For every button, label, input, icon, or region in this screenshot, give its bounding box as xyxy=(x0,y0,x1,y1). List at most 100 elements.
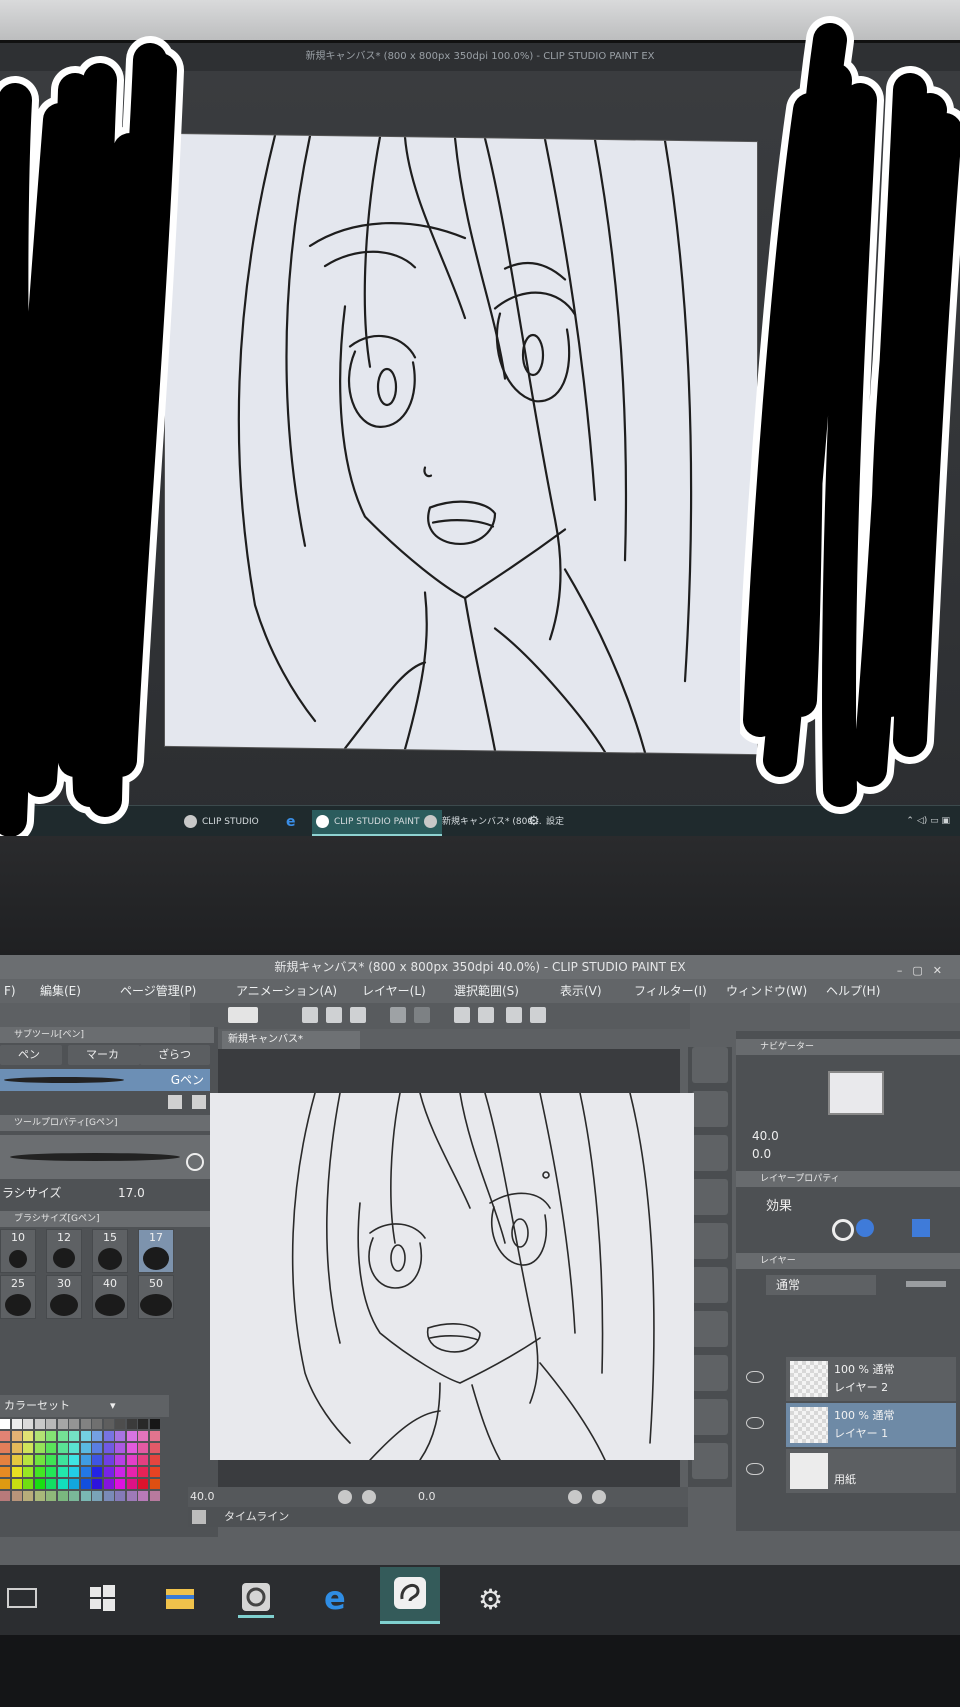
color-swatch[interactable] xyxy=(57,1443,68,1453)
brush-item-gpen[interactable]: Gペン xyxy=(0,1069,210,1091)
brush-size-50[interactable]: 50 xyxy=(138,1275,174,1319)
color-swatch[interactable] xyxy=(138,1467,148,1477)
color-swatch[interactable] xyxy=(0,1491,10,1501)
windows-start-icon[interactable] xyxy=(84,1579,120,1615)
color-swatch[interactable] xyxy=(103,1467,114,1477)
opacity-slider[interactable] xyxy=(906,1281,946,1287)
color-swatch[interactable] xyxy=(103,1455,114,1465)
tool-button[interactable] xyxy=(692,1399,728,1435)
menu-filter[interactable]: フィルター(I) xyxy=(634,979,707,1003)
rotation-value[interactable]: 0.0 xyxy=(418,1487,436,1507)
color-swatch[interactable] xyxy=(80,1431,91,1441)
sub-tool-tab-rough[interactable]: ざらつ xyxy=(140,1045,210,1065)
eye-icon[interactable] xyxy=(746,1463,764,1475)
zoom-in-icon[interactable] xyxy=(362,1490,376,1504)
chevron-down-icon[interactable]: ▾ xyxy=(110,1395,116,1417)
file-explorer-icon[interactable] xyxy=(162,1579,198,1615)
tool-button[interactable] xyxy=(692,1267,728,1303)
color-palette-grid[interactable] xyxy=(0,1419,165,1509)
color-swatch[interactable] xyxy=(115,1455,125,1465)
color-swatch[interactable] xyxy=(23,1479,33,1489)
brush-size-17[interactable]: 17 xyxy=(138,1229,174,1273)
color-swatch[interactable] xyxy=(138,1419,148,1429)
color-swatch[interactable] xyxy=(149,1431,160,1441)
brush-size-15[interactable]: 15 xyxy=(92,1229,128,1273)
effect-border-icon[interactable] xyxy=(832,1219,854,1241)
color-swatch[interactable] xyxy=(149,1455,160,1465)
zoom-value[interactable]: 40.0 xyxy=(190,1487,215,1507)
color-swatch[interactable] xyxy=(69,1479,79,1489)
effect-color-icon[interactable] xyxy=(856,1219,874,1237)
tool-button[interactable] xyxy=(692,1091,728,1127)
color-swatch[interactable] xyxy=(57,1467,68,1477)
brush-size-30[interactable]: 30 xyxy=(46,1275,82,1319)
color-swatch[interactable] xyxy=(103,1479,114,1489)
canvas-tab[interactable]: 新規キャンバス* xyxy=(222,1031,360,1049)
tool-button[interactable] xyxy=(692,1223,728,1259)
menu-window[interactable]: ウィンドウ(W) xyxy=(726,979,807,1003)
color-swatch[interactable] xyxy=(34,1431,45,1441)
color-swatch[interactable] xyxy=(69,1419,79,1429)
color-swatch[interactable] xyxy=(69,1431,79,1441)
save-icon[interactable] xyxy=(350,1007,366,1023)
taskbar-settings[interactable]: ⚙ 設定 xyxy=(524,810,618,834)
color-swatch[interactable] xyxy=(0,1443,10,1453)
color-swatch[interactable] xyxy=(34,1443,45,1453)
color-swatch[interactable] xyxy=(149,1479,160,1489)
tool-button[interactable] xyxy=(692,1047,728,1083)
color-swatch[interactable] xyxy=(80,1455,91,1465)
rotate-left-icon[interactable] xyxy=(568,1490,582,1504)
color-swatch[interactable] xyxy=(34,1491,45,1501)
color-swatch[interactable] xyxy=(46,1467,56,1477)
color-swatch[interactable] xyxy=(92,1479,102,1489)
color-swatch[interactable] xyxy=(23,1455,33,1465)
color-swatch[interactable] xyxy=(46,1455,56,1465)
color-swatch[interactable] xyxy=(69,1455,79,1465)
edge-browser-icon[interactable]: e xyxy=(318,1579,354,1617)
color-swatch[interactable] xyxy=(80,1491,91,1501)
brush-size-row[interactable]: ラシサイズ 17.0 xyxy=(0,1183,210,1203)
color-swatch[interactable] xyxy=(0,1419,10,1429)
color-swatch[interactable] xyxy=(23,1491,33,1501)
layer-row[interactable]: 用紙 xyxy=(746,1449,956,1493)
blend-mode-select[interactable]: 通常 xyxy=(766,1275,876,1295)
color-swatch[interactable] xyxy=(23,1467,33,1477)
color-swatch[interactable] xyxy=(80,1443,91,1453)
add-brush-icon[interactable] xyxy=(168,1095,182,1109)
color-swatch[interactable] xyxy=(0,1479,10,1489)
menu-file[interactable]: F) xyxy=(4,979,16,1003)
color-swatch[interactable] xyxy=(126,1443,137,1453)
color-swatch[interactable] xyxy=(69,1443,79,1453)
color-swatch[interactable] xyxy=(11,1479,22,1489)
top-drawing-canvas[interactable] xyxy=(165,133,757,755)
color-swatch[interactable] xyxy=(126,1455,137,1465)
color-swatch[interactable] xyxy=(46,1431,56,1441)
color-swatch[interactable] xyxy=(138,1491,148,1501)
menu-selection[interactable]: 選択範囲(S) xyxy=(454,979,519,1003)
color-swatch[interactable] xyxy=(46,1479,56,1489)
menu-animation[interactable]: アニメーション(A) xyxy=(236,979,337,1003)
color-swatch[interactable] xyxy=(138,1479,148,1489)
task-view-icon[interactable] xyxy=(4,1579,40,1615)
color-swatch[interactable] xyxy=(115,1491,125,1501)
fill-icon[interactable] xyxy=(478,1007,494,1023)
sub-tool-tab-pen[interactable]: ペン xyxy=(0,1045,62,1065)
color-swatch[interactable] xyxy=(92,1491,102,1501)
color-swatch[interactable] xyxy=(92,1467,102,1477)
wrench-icon[interactable] xyxy=(186,1153,204,1171)
menu-edit[interactable]: 編集(E) xyxy=(40,979,81,1003)
color-swatch[interactable] xyxy=(80,1479,91,1489)
color-swatch[interactable] xyxy=(126,1491,137,1501)
color-swatch[interactable] xyxy=(103,1443,114,1453)
color-swatch[interactable] xyxy=(11,1491,22,1501)
new-file-icon[interactable] xyxy=(302,1007,318,1023)
clip-studio-paint-taskbar-icon[interactable] xyxy=(380,1567,440,1624)
layer-row[interactable]: 100 % 通常 レイヤー 1 xyxy=(746,1403,956,1447)
color-swatch[interactable] xyxy=(11,1431,22,1441)
color-swatch[interactable] xyxy=(23,1419,33,1429)
color-swatch[interactable] xyxy=(115,1419,125,1429)
color-swatch[interactable] xyxy=(11,1419,22,1429)
brush-size-25[interactable]: 25 xyxy=(0,1275,36,1319)
color-swatch[interactable] xyxy=(0,1467,10,1477)
color-swatch[interactable] xyxy=(92,1419,102,1429)
